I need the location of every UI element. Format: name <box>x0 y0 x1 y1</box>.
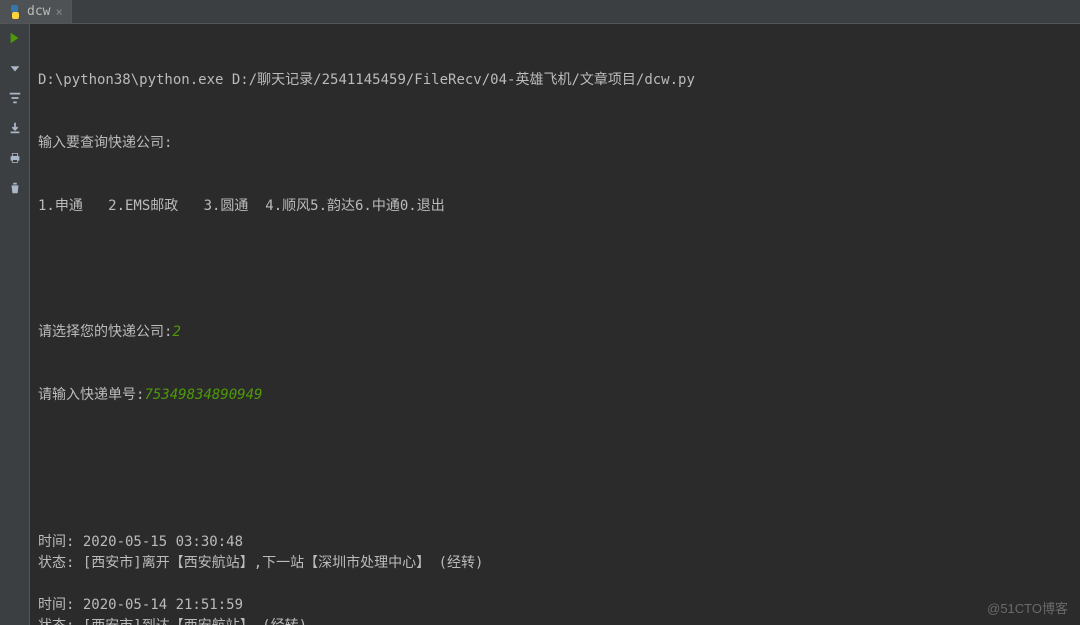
filter-icon[interactable] <box>7 90 23 106</box>
prompt-header: 输入要查询快递公司: <box>38 133 1072 154</box>
export-icon[interactable] <box>7 120 23 136</box>
console-output[interactable]: D:\python38\python.exe D:/聊天记录/254114545… <box>30 24 1080 625</box>
down-icon[interactable] <box>7 60 23 76</box>
tracking-entries: 时间: 2020-05-15 03:30:48状态: [西安市]离开【西安航站】… <box>38 532 1072 625</box>
watermark: @51CTO博客 <box>987 598 1068 617</box>
prompt-options: 1.申通 2.EMS邮政 3.圆通 4.顺风5.韵达6.中通0.退出 <box>38 196 1072 217</box>
user-input-company: 2 <box>172 324 180 340</box>
entry-status: 状态: [西安市]离开【西安航站】,下一站【深圳市处理中心】 (经转) <box>38 553 1072 574</box>
tab-dcw[interactable]: dcw × <box>0 0 72 23</box>
rerun-icon[interactable] <box>7 30 23 46</box>
user-input-number: 75349834890949 <box>144 387 262 403</box>
entry-time: 时间: 2020-05-15 03:30:48 <box>38 532 1072 553</box>
tab-bar: dcw × <box>0 0 1080 24</box>
command-line: D:\python38\python.exe D:/聊天记录/254114545… <box>38 70 1072 91</box>
trash-icon[interactable] <box>7 180 23 196</box>
close-icon[interactable]: × <box>55 5 62 19</box>
gutter-toolbar <box>0 24 30 625</box>
entry-time: 时间: 2020-05-14 21:51:59 <box>38 595 1072 616</box>
main-area: D:\python38\python.exe D:/聊天记录/254114545… <box>0 24 1080 625</box>
number-line: 请输入快递单号:75349834890949 <box>38 385 1072 406</box>
tab-label: dcw <box>27 4 50 19</box>
print-icon[interactable] <box>7 150 23 166</box>
select-line: 请选择您的快递公司:2 <box>38 322 1072 343</box>
python-icon <box>8 5 22 19</box>
entry-status: 状态: [西安市]到达【西安航站】 (经转) <box>38 616 1072 625</box>
